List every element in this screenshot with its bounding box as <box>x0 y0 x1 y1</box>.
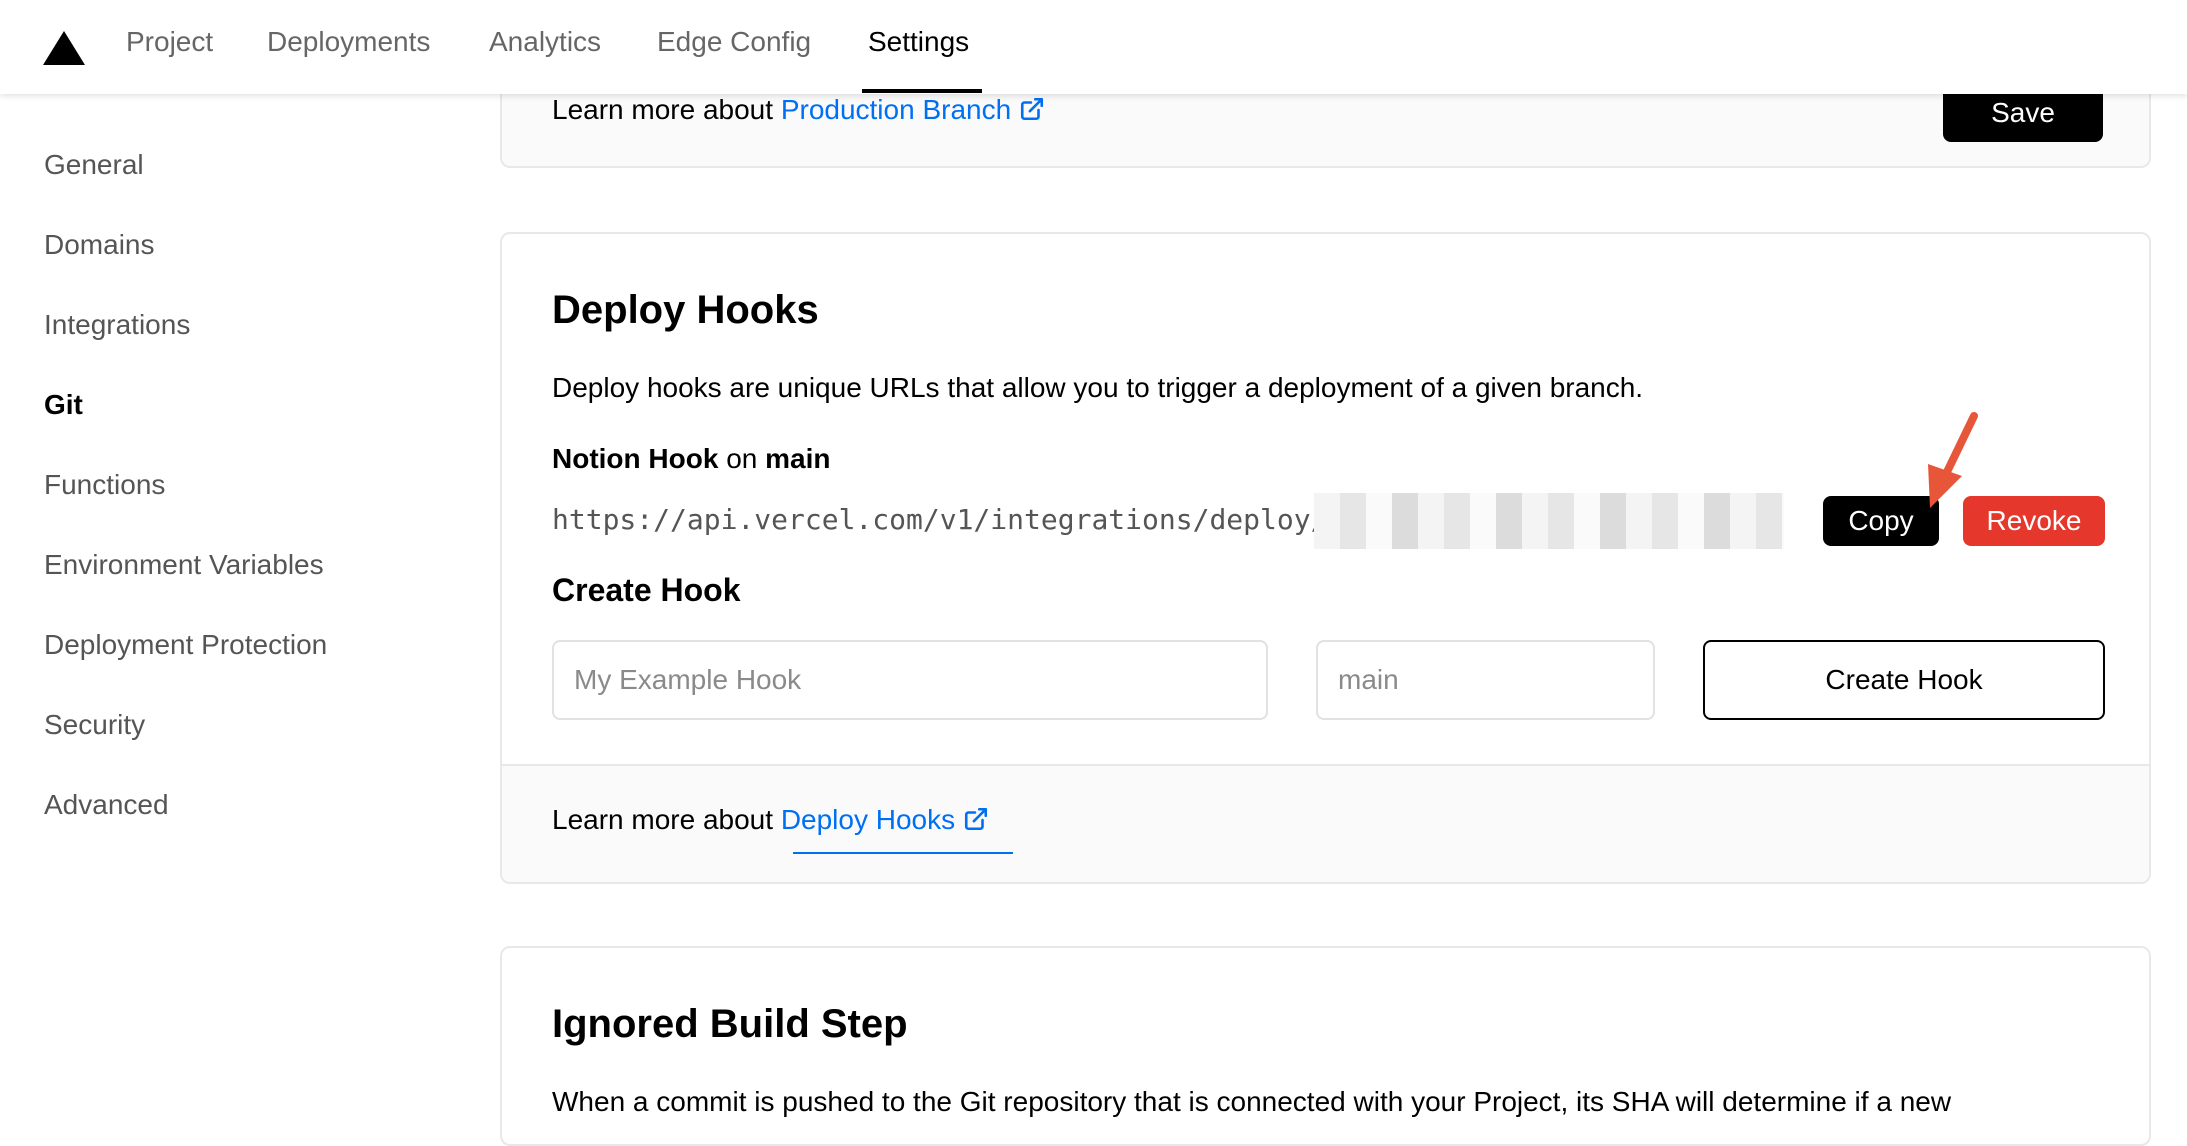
deploy-hooks-description: Deploy hooks are unique URLs that allow … <box>552 372 1644 403</box>
ignored-build-step-title: Ignored Build Step <box>552 1002 908 1046</box>
production-branch-link[interactable]: Production Branch <box>781 94 1045 125</box>
hook-url: https://api.vercel.com/v1/integrations/d… <box>552 503 1328 536</box>
tab-edge-config[interactable]: Edge Config <box>657 26 811 58</box>
triangle-logo-icon[interactable] <box>43 31 85 65</box>
production-branch-learn-more: Learn more about Production Branch <box>552 94 1045 126</box>
sidebar-item-security[interactable]: Security <box>44 709 145 741</box>
sidebar-item-deployment-protection[interactable]: Deployment Protection <box>44 629 327 661</box>
deploy-hooks-link[interactable]: Deploy Hooks <box>781 804 989 835</box>
deploy-hooks-link-label: Deploy Hooks <box>780 804 956 835</box>
revoke-button[interactable]: Revoke <box>1963 496 2105 546</box>
tab-deployments[interactable]: Deployments <box>267 26 430 58</box>
create-hook-title: Create Hook <box>552 572 741 608</box>
deploy-hooks-learn-more: Learn more about Deploy Hooks <box>552 804 989 836</box>
hook-branch-input[interactable] <box>1316 640 1655 720</box>
sidebar-item-integrations[interactable]: Integrations <box>44 309 190 341</box>
external-link-icon <box>965 807 988 831</box>
active-tab-indicator <box>862 89 982 93</box>
production-branch-link-label: Production Branch <box>780 94 1012 125</box>
hook-label: Notion Hook on main <box>552 443 831 475</box>
learn-more-prefix: Learn more about <box>552 804 781 835</box>
redacted-hook-token <box>1314 493 1784 549</box>
sidebar-item-git[interactable]: Git <box>44 389 83 421</box>
deploy-hooks-footer: Learn more about Deploy Hooks <box>502 764 2149 882</box>
sidebar-item-general[interactable]: General <box>44 149 144 181</box>
deploy-hooks-link-underline <box>793 852 1013 854</box>
sidebar-item-environment-variables[interactable]: Environment Variables <box>44 549 324 581</box>
tab-project[interactable]: Project <box>126 26 213 58</box>
hook-name-input[interactable] <box>552 640 1268 720</box>
learn-more-prefix: Learn more about <box>552 94 781 125</box>
create-hook-button[interactable]: Create Hook <box>1703 640 2105 720</box>
ignored-build-step-card: Ignored Build Step When a commit is push… <box>500 946 2151 1146</box>
ignored-build-step-description: When a commit is pushed to the Git repos… <box>552 1086 1952 1117</box>
tab-settings[interactable]: Settings <box>868 26 969 58</box>
arrow-pointer-icon <box>1928 412 1978 508</box>
tab-analytics[interactable]: Analytics <box>489 26 601 58</box>
hook-branch: main <box>765 443 831 474</box>
sidebar-item-domains[interactable]: Domains <box>44 229 154 261</box>
sidebar-item-advanced[interactable]: Advanced <box>44 789 169 821</box>
deploy-hooks-title: Deploy Hooks <box>552 288 819 332</box>
hook-on-word: on <box>726 443 758 474</box>
deploy-hooks-card: Deploy Hooks Deploy hooks are unique URL… <box>500 232 2151 884</box>
external-link-icon <box>1021 97 1044 121</box>
sidebar-item-functions[interactable]: Functions <box>44 469 165 501</box>
hook-name: Notion Hook <box>552 443 719 474</box>
top-navigation: Project Deployments Analytics Edge Confi… <box>0 0 2187 94</box>
